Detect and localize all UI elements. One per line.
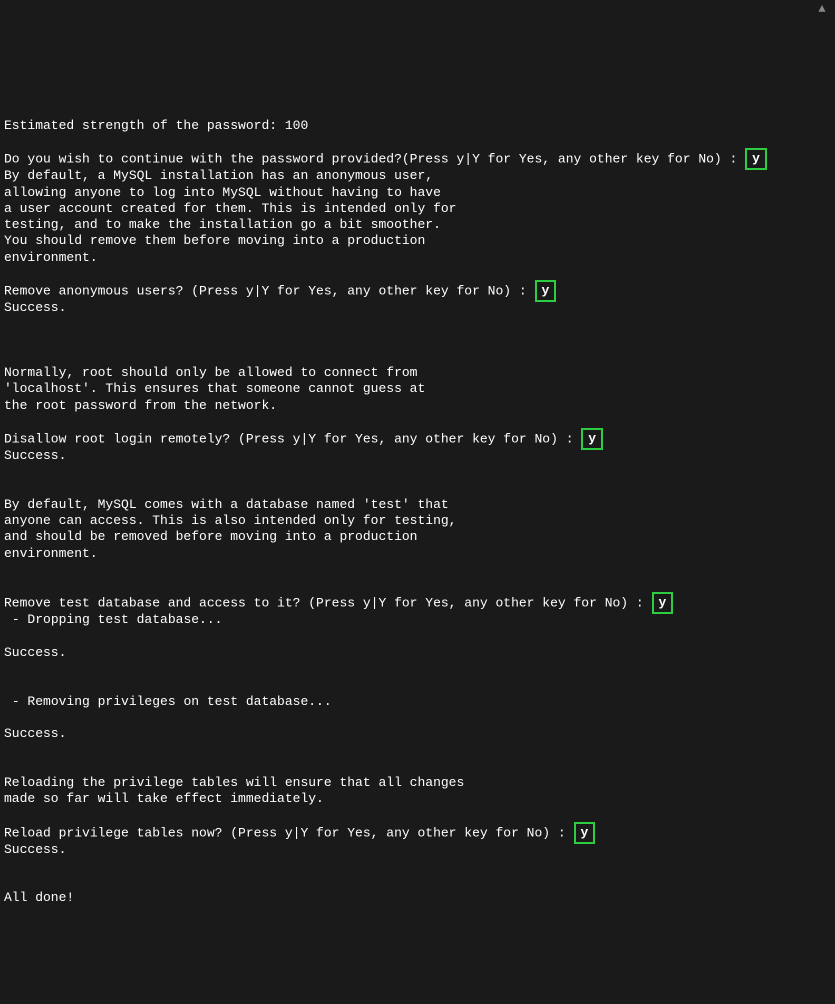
reload-privilege-prompt: Reload privilege tables now? (Press y|Y …	[4, 825, 574, 840]
success-text: Success.	[4, 842, 831, 858]
continue-password-prompt: Do you wish to continue with the passwor…	[4, 152, 745, 167]
continue-password-answer: y	[745, 148, 767, 170]
scroll-up-indicator[interactable]: ▲	[815, 2, 829, 16]
remove-anonymous-answer: y	[535, 280, 557, 302]
remove-anonymous-prompt: Remove anonymous users? (Press y|Y for Y…	[4, 283, 535, 298]
root-login-block: Normally, root should only be allowed to…	[4, 365, 831, 414]
reload-privilege-answer: y	[574, 822, 596, 844]
disallow-root-prompt: Disallow root login remotely? (Press y|Y…	[4, 431, 581, 446]
success-text: Success.	[4, 448, 831, 464]
blank-line	[4, 333, 831, 349]
remove-test-db-answer: y	[652, 592, 674, 614]
all-done-line: All done!	[4, 890, 831, 906]
remove-test-db-prompt: Remove test database and access to it? (…	[4, 596, 652, 611]
dropping-test-db-line: - Dropping test database...	[4, 612, 831, 628]
success-text: Success.	[4, 726, 831, 742]
removing-privileges-line: - Removing privileges on test database..…	[4, 694, 831, 710]
terminal-output[interactable]: Estimated strength of the password: 100 …	[4, 102, 831, 923]
test-db-block: By default, MySQL comes with a database …	[4, 497, 831, 562]
anonymous-user-block: By default, a MySQL installation has an …	[4, 168, 831, 266]
success-text: Success.	[4, 300, 831, 316]
reload-privilege-block: Reloading the privilege tables will ensu…	[4, 775, 831, 808]
disallow-root-answer: y	[581, 428, 603, 450]
password-strength-line: Estimated strength of the password: 100	[4, 118, 831, 134]
success-text: Success.	[4, 645, 831, 661]
